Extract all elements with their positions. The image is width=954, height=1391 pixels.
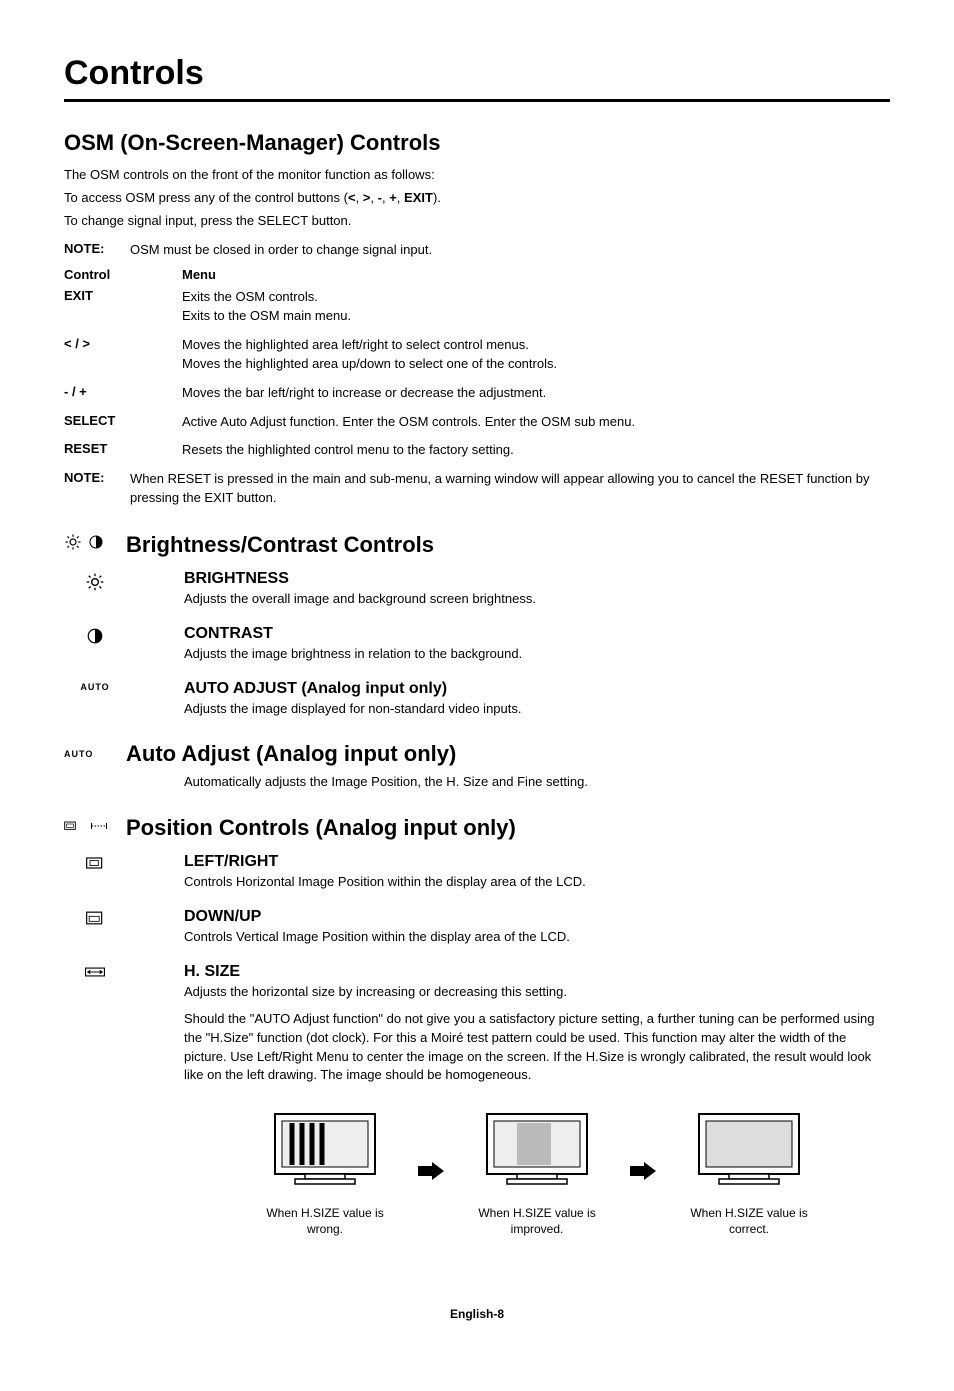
- brightness-icon: [85, 572, 105, 597]
- ctrl-table-head: Control Menu: [64, 267, 890, 282]
- title-rule: [64, 99, 890, 102]
- osm-heading: OSM (On-Screen-Manager) Controls: [64, 130, 890, 156]
- brightness-icon: [64, 533, 82, 556]
- osm-intro-2: To access OSM press any of the control b…: [64, 189, 890, 208]
- osm-intro-3: To change signal input, press the SELECT…: [64, 212, 890, 231]
- monitor-wrong-icon: [270, 1176, 380, 1193]
- note-label: NOTE:: [64, 470, 130, 508]
- hsize-desc: Adjusts the horizontal size by increasin…: [184, 983, 890, 1002]
- table-row: SELECT Active Auto Adjust function. Ente…: [64, 413, 890, 432]
- note-body: OSM must be closed in order to change si…: [130, 241, 432, 260]
- auto-heading: Auto Adjust (Analog input only): [126, 741, 456, 767]
- leftright-icon: [85, 855, 105, 876]
- auto-icon: AUTO: [64, 749, 93, 759]
- hsize-extra: Should the "AUTO Adjust function" do not…: [184, 1010, 890, 1085]
- downup-desc: Controls Vertical Image Position within …: [184, 928, 570, 947]
- table-row: RESET Resets the highlighted control men…: [64, 441, 890, 460]
- ctrl-desc: Moves the highlighted area left/right to…: [182, 336, 557, 374]
- note-label: NOTE:: [64, 241, 130, 260]
- note-row-2: NOTE: When RESET is pressed in the main …: [64, 470, 890, 508]
- ctrl-desc: Active Auto Adjust function. Enter the O…: [182, 413, 635, 432]
- ctrl-name: - / +: [64, 384, 182, 403]
- hsize-title: H. SIZE: [184, 963, 890, 981]
- brightness-title: BRIGHTNESS: [184, 570, 536, 588]
- table-row: - / + Moves the bar left/right to increa…: [64, 384, 890, 403]
- table-row: < / > Moves the highlighted area left/ri…: [64, 336, 890, 374]
- ctrl-head-control: Control: [64, 267, 182, 282]
- table-row: EXIT Exits the OSM controls. Exits to th…: [64, 288, 890, 326]
- position-icon: [64, 818, 84, 839]
- note-row-1: NOTE: OSM must be closed in order to cha…: [64, 241, 890, 260]
- contrast-desc: Adjusts the image brightness in relation…: [184, 645, 522, 664]
- downup-title: DOWN/UP: [184, 908, 570, 926]
- note-body: When RESET is pressed in the main and su…: [130, 470, 890, 508]
- pos-heading: Position Controls (Analog input only): [126, 815, 516, 841]
- ctrl-desc: Moves the bar left/right to increase or …: [182, 384, 546, 403]
- downup-icon: [85, 910, 105, 931]
- hsize-figures: When H.SIZE value is wrong. When H.SIZE …: [64, 1109, 890, 1237]
- bc-heading: Brightness/Contrast Controls: [126, 532, 434, 558]
- hsize-icon: [84, 965, 106, 984]
- fig-caption-2: When H.SIZE value is improved.: [462, 1206, 612, 1237]
- arrow-right-icon: [630, 1162, 656, 1185]
- ctrl-name: RESET: [64, 441, 182, 460]
- autoadj-desc: Adjusts the image displayed for non-stan…: [184, 700, 521, 719]
- ctrl-name: EXIT: [64, 288, 182, 326]
- contrast-icon: [88, 534, 104, 555]
- ctrl-head-menu: Menu: [182, 267, 216, 282]
- monitor-correct-icon: [694, 1176, 804, 1193]
- ctrl-name: SELECT: [64, 413, 182, 432]
- auto-body: Automatically adjusts the Image Position…: [64, 773, 890, 792]
- arrow-right-icon: [418, 1162, 444, 1185]
- hsize-icon: [90, 819, 108, 838]
- page-title: Controls: [64, 54, 890, 93]
- contrast-icon: [86, 627, 104, 650]
- ctrl-desc: Resets the highlighted control menu to t…: [182, 441, 514, 460]
- leftright-title: LEFT/RIGHT: [184, 853, 586, 871]
- fig-caption-1: When H.SIZE value is wrong.: [250, 1206, 400, 1237]
- leftright-desc: Controls Horizontal Image Position withi…: [184, 873, 586, 892]
- ctrl-name: < / >: [64, 336, 182, 374]
- ctrl-desc: Exits the OSM controls. Exits to the OSM…: [182, 288, 351, 326]
- contrast-title: CONTRAST: [184, 625, 522, 643]
- fig-caption-3: When H.SIZE value is correct.: [674, 1206, 824, 1237]
- auto-icon: AUTO: [80, 682, 109, 692]
- page-footer: English-8: [64, 1307, 890, 1321]
- monitor-improved-icon: [482, 1176, 592, 1193]
- brightness-desc: Adjusts the overall image and background…: [184, 590, 536, 609]
- autoadj-title: AUTO ADJUST (Analog input only): [184, 680, 521, 698]
- osm-intro-1: The OSM controls on the front of the mon…: [64, 166, 890, 185]
